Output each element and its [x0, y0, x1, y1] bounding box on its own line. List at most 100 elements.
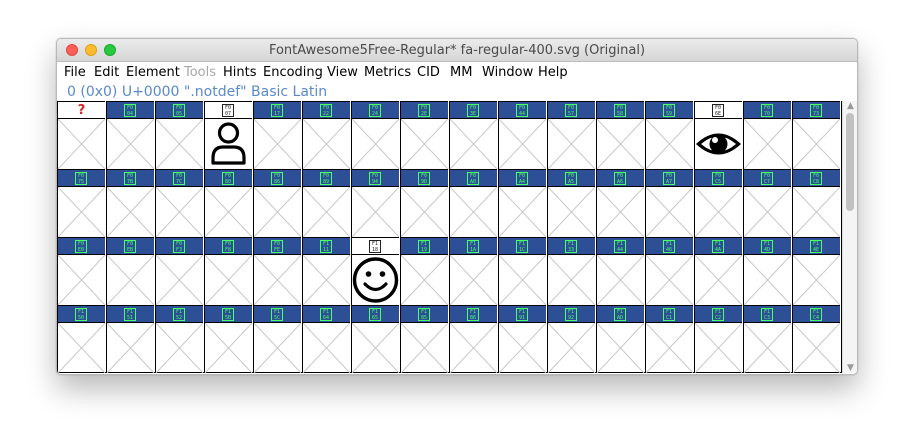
glyph-cell[interactable]: F0 7C	[155, 169, 203, 237]
glyph-cell[interactable]: F0 89	[302, 169, 350, 237]
glyph-code-box: F1 91	[516, 308, 528, 321]
glyph-cell[interactable]: F1 C4	[792, 305, 840, 373]
glyph-cell[interactable]: F1 AD	[596, 305, 644, 373]
glyph-cell[interactable]: F0 94	[351, 169, 399, 237]
glyph-cell[interactable]: F1 5B	[204, 305, 252, 373]
glyph-cell[interactable]: F1 4D	[743, 237, 791, 305]
menu-tools[interactable]: Tools	[184, 65, 216, 80]
glyph-cell[interactable]: F0 3E	[449, 101, 497, 169]
glyph-cell[interactable]: F1 C2	[694, 305, 742, 373]
menu-file[interactable]: File	[64, 65, 86, 80]
glyph-cell[interactable]: F0 E0	[57, 237, 105, 305]
glyph-cell[interactable]: F0 A5	[547, 169, 595, 237]
glyph-cell[interactable]: F0 86	[253, 169, 301, 237]
glyph-cell[interactable]: F1 44	[596, 237, 644, 305]
glyph-cell[interactable]: F0 A6	[596, 169, 644, 237]
glyph-cell[interactable]: F1 18	[351, 237, 399, 305]
menu-window[interactable]: Window	[482, 65, 533, 80]
glyph-cell[interactable]: F1 50	[57, 305, 105, 373]
glyph-cell[interactable]: F0 07	[204, 101, 252, 169]
glyph-cell-label: F0 A7	[646, 170, 693, 187]
scroll-up-arrow-icon[interactable]: ▲	[844, 101, 857, 111]
glyph-code-box: F1 C2	[712, 308, 724, 321]
glyph-cell[interactable]: F0 F8	[204, 237, 252, 305]
glyph-cell[interactable]: F1 C3	[743, 305, 791, 373]
glyph-cell[interactable]: F0 EB	[106, 237, 154, 305]
glyph-cell[interactable]: F1 1C	[498, 237, 546, 305]
glyph-cell[interactable]: F1 52	[155, 305, 203, 373]
glyph-cell[interactable]: F0 A4	[498, 169, 546, 237]
glyph-code-box: F1 51	[124, 308, 136, 321]
glyph-cell[interactable]: F0 C5	[694, 169, 742, 237]
empty-glyph-icon	[156, 255, 203, 305]
glyph-cell[interactable]: F1 1A	[449, 237, 497, 305]
glyph-cell[interactable]: F0 17	[253, 101, 301, 169]
menu-help[interactable]: Help	[538, 65, 568, 80]
glyph-cell[interactable]: F1 91	[498, 305, 546, 373]
empty-glyph-icon	[303, 187, 350, 237]
menu-encoding[interactable]: Encoding	[263, 65, 323, 80]
menu-metrics[interactable]: Metrics	[364, 65, 411, 80]
glyph-grid[interactable]: ? F0 04 F0 05 F0 07 F0 17 F0 22 F0 24 F0 2E F0 3…	[57, 101, 842, 373]
menu-element[interactable]: Element	[126, 65, 180, 80]
glyph-cell[interactable]: F1 33	[547, 237, 595, 305]
glyph-cell[interactable]: F0 05	[155, 101, 203, 169]
glyph-cell[interactable]: F0 2E	[400, 101, 448, 169]
glyph-cell[interactable]: F1 51	[106, 305, 154, 373]
glyph-cell[interactable]: F0 C7	[743, 169, 791, 237]
glyph-cell[interactable]: F0 C8	[792, 169, 840, 237]
glyph-cell[interactable]: ?	[57, 101, 105, 169]
glyph-cell[interactable]: F0 73	[792, 101, 840, 169]
glyph-cell[interactable]: F0 FE	[253, 237, 301, 305]
glyph-cell[interactable]: F1 85	[400, 305, 448, 373]
glyph-cell[interactable]: F1 11	[302, 237, 350, 305]
glyph-cell[interactable]: F0 80	[204, 169, 252, 237]
glyph-cell[interactable]: F1 5C	[253, 305, 301, 373]
glyph-cell[interactable]: F0 A0	[449, 169, 497, 237]
glyph-cell[interactable]: F0 A7	[645, 169, 693, 237]
glyph-cell[interactable]: F0 75	[57, 169, 105, 237]
glyph-cell-label: F0 89	[303, 170, 350, 187]
glyph-cell[interactable]: F1 C1	[645, 305, 693, 373]
menu-hints[interactable]: Hints	[223, 65, 257, 80]
menu-edit[interactable]: Edit	[94, 65, 119, 80]
glyph-code-box: F1 92	[565, 308, 577, 321]
glyph-cell[interactable]: F0 70	[743, 101, 791, 169]
menu-view[interactable]: View	[327, 65, 358, 80]
glyph-cell[interactable]: F1 4A	[694, 237, 742, 305]
menu-bar: File Edit Element Tools Hints Encoding V…	[57, 62, 857, 82]
glyph-cell[interactable]: F0 58	[596, 101, 644, 169]
glyph-cell[interactable]: F0 04	[106, 101, 154, 169]
glyph-cell[interactable]: F1 65	[351, 305, 399, 373]
glyph-cell[interactable]: F0 9D	[400, 169, 448, 237]
glyph-code-box: F0 7B	[124, 172, 136, 185]
glyph-cell[interactable]: F0 7B	[106, 169, 154, 237]
glyph-cell[interactable]: F0 6E	[694, 101, 742, 169]
glyph-cell-label: F0 A0	[450, 170, 497, 187]
glyph-cell-label: F0 7B	[107, 170, 154, 187]
glyph-code-box: F1 1A	[467, 240, 479, 253]
glyph-cell[interactable]: F0 22	[302, 101, 350, 169]
glyph-cell[interactable]: F0 F3	[155, 237, 203, 305]
glyph-cell[interactable]: F1 4E	[792, 237, 840, 305]
menu-cid[interactable]: CID	[417, 65, 440, 80]
empty-glyph-icon	[303, 255, 350, 305]
vertical-scrollbar[interactable]: ▲ ▼	[842, 101, 857, 373]
glyph-cell[interactable]: F1 64	[302, 305, 350, 373]
empty-glyph-icon	[254, 255, 301, 305]
glyph-cell-label: F0 E0	[58, 238, 105, 255]
glyph-cell[interactable]: F0 44	[498, 101, 546, 169]
menu-mm[interactable]: MM	[450, 65, 472, 80]
glyph-cell[interactable]: F0 59	[645, 101, 693, 169]
glyph-cell-label: F0 C8	[793, 170, 840, 187]
glyph-cell[interactable]: F1 86	[449, 305, 497, 373]
scroll-down-arrow-icon[interactable]: ▼	[844, 363, 857, 373]
glyph-cell[interactable]: F0 57	[547, 101, 595, 169]
glyph-cell[interactable]: F1 46	[645, 237, 693, 305]
scroll-thumb[interactable]	[846, 113, 854, 211]
glyph-cell[interactable]: F1 92	[547, 305, 595, 373]
title-bar[interactable]: FontAwesome5Free-Regular* fa-regular-400…	[57, 39, 857, 62]
empty-glyph-icon	[793, 187, 840, 237]
glyph-cell[interactable]: F1 19	[400, 237, 448, 305]
glyph-cell[interactable]: F0 24	[351, 101, 399, 169]
